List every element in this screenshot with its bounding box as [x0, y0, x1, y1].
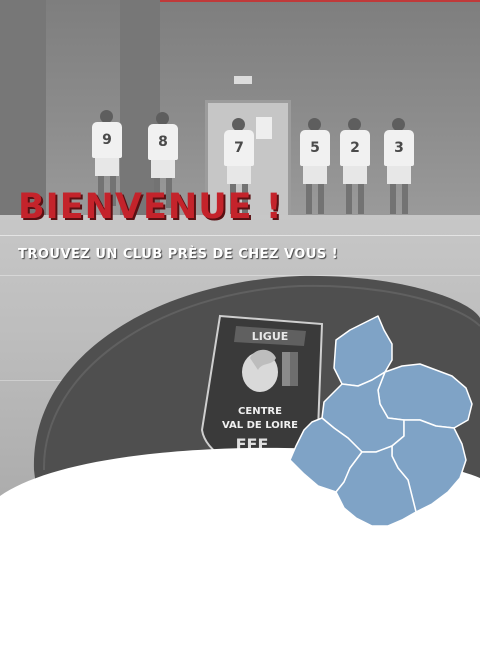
- region-map[interactable]: [0, 0, 480, 650]
